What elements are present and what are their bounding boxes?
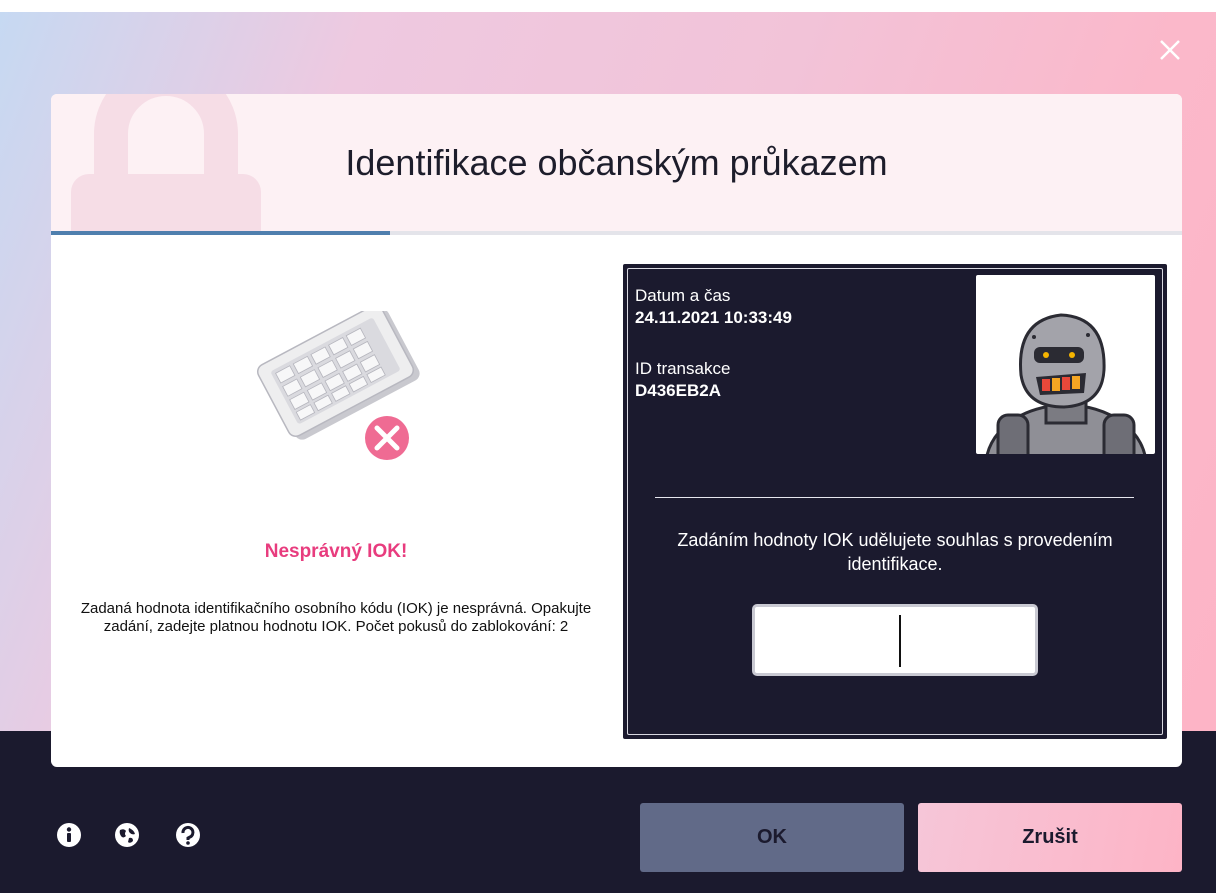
datetime-label: Datum a čas <box>635 286 731 305</box>
close-icon[interactable] <box>1152 32 1188 68</box>
transaction-panel: Datum a čas 24.11.2021 10:33:49 ID trans… <box>623 264 1167 739</box>
top-strip <box>0 0 1216 12</box>
ok-button[interactable]: OK <box>640 803 904 872</box>
help-icon[interactable] <box>175 822 201 848</box>
globe-icon[interactable] <box>114 822 140 848</box>
error-title: Nesprávný IOK! <box>264 541 408 562</box>
transaction-value: D436EB2A <box>635 381 721 400</box>
card-reader-error-icon <box>256 311 420 460</box>
info-icon[interactable] <box>56 822 82 848</box>
identification-dialog: Identifikace občanským průkazem Nesprávn… <box>51 94 1182 767</box>
datetime-value: 24.11.2021 10:33:49 <box>635 308 792 327</box>
dialog-header: Identifikace občanským průkazem <box>51 94 1182 231</box>
panel-divider <box>655 497 1134 498</box>
cancel-button[interactable]: Zrušit <box>918 803 1182 872</box>
error-pane: Nesprávný IOK! Zadaná hodnota identifika… <box>51 235 621 767</box>
dialog-title: Identifikace občanským průkazem <box>345 142 888 183</box>
robot-avatar <box>976 275 1155 454</box>
transaction-label: ID transakce <box>635 359 731 378</box>
consent-text: Zadáním hodnoty IOK udělujete souhlas s … <box>677 530 1113 574</box>
error-message: Zadaná hodnota identifikačního osobního … <box>80 600 592 635</box>
iok-input[interactable] <box>752 604 1038 676</box>
text-caret <box>899 615 901 667</box>
